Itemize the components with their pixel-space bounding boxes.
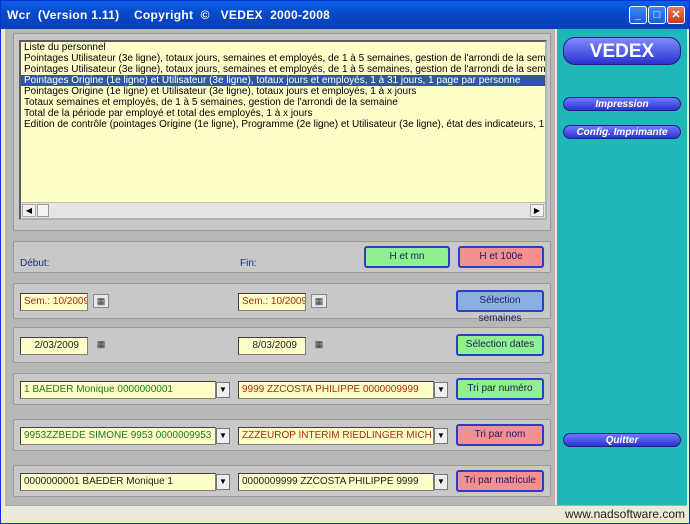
chevron-down-icon[interactable]: ▼ (434, 428, 448, 444)
chevron-down-icon[interactable]: ▼ (434, 474, 448, 490)
report-list-item[interactable]: Totaux semaines et employés, de 1 à 5 se… (21, 97, 545, 108)
sort-by-name-button[interactable]: Tri par nom (456, 424, 544, 446)
fin-label: Fin: (240, 258, 257, 269)
employee-start-combo[interactable]: 0000000001 BAEDER Monique 1 (20, 473, 216, 491)
chevron-down-icon[interactable]: ▼ (216, 428, 230, 444)
report-list-panel: Liste du personnel Pointages Utilisateur … (13, 33, 551, 231)
date-calendar-icon[interactable]: ▦ (311, 338, 327, 352)
date-start-field[interactable]: 2/03/2009 (20, 337, 88, 355)
report-list-item[interactable]: Liste du personnel (21, 42, 545, 53)
report-list-item[interactable]: Pointages Utilisateur (3e ligne), totaux… (21, 64, 545, 75)
sort-by-matricule-button[interactable]: Tri par matricule (456, 470, 544, 492)
report-list-item[interactable]: Pointages Utilisateur (3e ligne), totaux… (21, 53, 545, 64)
date-calendar-icon[interactable]: ▦ (93, 338, 109, 352)
select-dates-button[interactable]: Sélection dates (456, 334, 544, 356)
scroll-thumb[interactable] (37, 204, 49, 217)
period-panel: Début: Fin: H et mn H et 100e (13, 241, 551, 273)
website-url: www.nadsoftware.com (564, 507, 685, 521)
sort-name-panel: 9953ZZBEDE SIMONE 9953 0000009953 ▼ ZZZE… (13, 419, 551, 451)
printer-config-button[interactable]: Config. Imprimante (563, 125, 681, 139)
scroll-left-icon[interactable]: ◀ (22, 204, 36, 217)
status-bar: www.nadsoftware.com (5, 505, 687, 523)
report-list-item[interactable]: Total de la période par employé et total… (21, 108, 545, 119)
sort-by-number-button[interactable]: Tri par numéro (456, 378, 544, 400)
sort-matricule-panel: 0000000001 BAEDER Monique 1 ▼ 0000009999… (13, 465, 551, 497)
debut-label: Début: (20, 258, 50, 269)
employee-end-combo[interactable]: ZZZEUROP INTERIM RIEDLINGER MICH 9 (238, 427, 434, 445)
dates-panel: 2/03/2009 ▦ 8/03/2009 ▦ Sélection dates (13, 327, 551, 363)
week-calendar-icon[interactable]: ▦ (93, 294, 109, 308)
week-start-field[interactable]: Sem.: 10/2009 (20, 293, 88, 311)
h-et-mn-button[interactable]: H et mn (364, 246, 450, 268)
window-title: Wcr (Version 1.11) Copyright © VEDEX 200… (7, 8, 331, 22)
impression-button[interactable]: Impression (563, 97, 681, 111)
sort-number-panel: 1 BAEDER Monique 0000000001 ▼ 9999 ZZCOS… (13, 373, 551, 405)
chevron-down-icon[interactable]: ▼ (216, 382, 230, 398)
chevron-down-icon[interactable]: ▼ (216, 474, 230, 490)
employee-end-combo[interactable]: 9999 ZZCOSTA PHILIPPE 0000009999 (238, 381, 434, 399)
weeks-panel: Sem.: 10/2009 ▦ Sem.: 10/2009 ▦ Sélectio… (13, 283, 551, 324)
report-list-item[interactable]: Edition de contrôle (pointages Origine (… (21, 119, 545, 130)
scroll-right-icon[interactable]: ▶ (530, 204, 544, 217)
title-bar[interactable]: Wcr (Version 1.11) Copyright © VEDEX 200… (1, 1, 689, 29)
employee-end-combo[interactable]: 0000009999 ZZCOSTA PHILIPPE 9999 (238, 473, 434, 491)
employee-start-combo[interactable]: 1 BAEDER Monique 0000000001 (20, 381, 216, 399)
report-list-item[interactable]: Pointages Origine (1e ligne) et Utilisat… (21, 86, 545, 97)
h-et-100e-button[interactable]: H et 100e (458, 246, 544, 268)
chevron-down-icon[interactable]: ▼ (434, 382, 448, 398)
report-list[interactable]: Liste du personnel Pointages Utilisateur … (19, 40, 547, 220)
quit-button[interactable]: Quitter (563, 433, 681, 447)
maximize-button[interactable]: □ (648, 6, 666, 24)
close-button[interactable]: ✕ (667, 6, 685, 24)
minimize-button[interactable]: _ (629, 6, 647, 24)
sidebar: VEDEX Impression Config. Imprimante Quit… (557, 29, 687, 505)
select-weeks-button[interactable]: Sélection semaines (456, 290, 544, 324)
employee-start-combo[interactable]: 9953ZZBEDE SIMONE 9953 0000009953 (20, 427, 216, 445)
horizontal-scrollbar[interactable]: ◀ ▶ (21, 202, 545, 218)
main-panel: Liste du personnel Pointages Utilisateur … (5, 29, 555, 505)
report-list-item[interactable]: Pointages Origine (1e ligne) et Utilisat… (21, 75, 545, 86)
vedex-logo: VEDEX (563, 37, 681, 65)
app-window: Wcr (Version 1.11) Copyright © VEDEX 200… (0, 0, 690, 524)
week-calendar-icon[interactable]: ▦ (311, 294, 327, 308)
week-end-field[interactable]: Sem.: 10/2009 (238, 293, 306, 311)
date-end-field[interactable]: 8/03/2009 (238, 337, 306, 355)
